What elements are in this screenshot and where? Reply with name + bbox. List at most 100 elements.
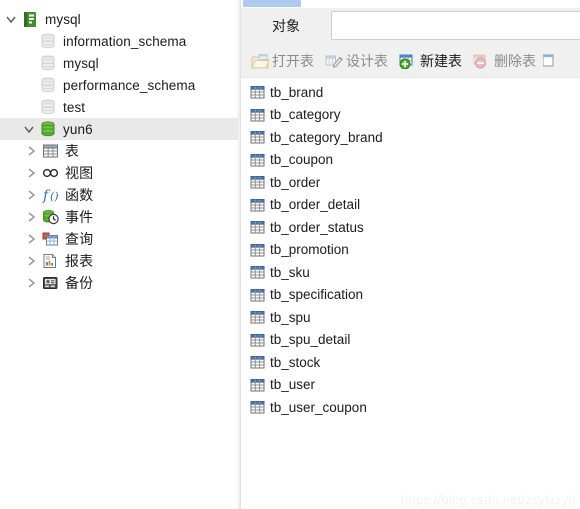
event-icon	[40, 208, 60, 226]
table-list-item[interactable]: tb_order	[241, 171, 580, 194]
chevron-right-icon[interactable]	[22, 145, 40, 157]
tree-item-label: 事件	[65, 209, 94, 225]
server-icon	[20, 10, 40, 28]
table-list-item[interactable]: tb_coupon	[241, 149, 580, 172]
tree-item-mysql[interactable]: mysql	[0, 8, 238, 30]
chevron-right-icon[interactable]	[22, 189, 40, 201]
table-grid-icon	[249, 197, 265, 212]
table-list-item-label: tb_sku	[270, 264, 310, 280]
watermark-text: https://blog.csdn.net/zcylxzyh	[400, 492, 576, 507]
tree-item-事件[interactable]: 事件	[0, 206, 238, 228]
table-grid-icon	[249, 242, 265, 257]
table-list-item-label: tb_category_brand	[270, 129, 383, 145]
tab-objects-label: 对象	[272, 18, 300, 34]
table-list-item[interactable]: tb_brand	[241, 81, 580, 104]
chevron-down-icon[interactable]	[20, 123, 38, 135]
navicat-window: mysql information_schema mysql performance_…	[0, 0, 580, 509]
table-list-item[interactable]: tb_category	[241, 104, 580, 127]
database-icon	[38, 98, 58, 116]
view-icon	[40, 164, 60, 182]
tree-item-label: information_schema	[63, 33, 187, 49]
table-list-item[interactable]: tb_order_status	[241, 216, 580, 239]
toolbar-button-open-table[interactable]: 打开表	[247, 48, 317, 74]
query-icon	[40, 230, 60, 248]
table-list-item[interactable]: tb_user_coupon	[241, 396, 580, 419]
table-list-item[interactable]: tb_category_brand	[241, 126, 580, 149]
tree-item-视图[interactable]: 视图	[0, 162, 238, 184]
tree-item-information_schema[interactable]: information_schema	[0, 30, 238, 52]
tree-item-备份[interactable]: 备份	[0, 272, 238, 294]
new-table-icon	[398, 52, 417, 69]
chevron-right-icon[interactable]	[22, 277, 40, 289]
table-icon	[40, 142, 60, 160]
database-icon	[38, 76, 58, 94]
chevron-right-icon[interactable]	[22, 167, 40, 179]
tree-item-label: 表	[65, 143, 80, 159]
toolbar-button-delete-table[interactable]: 删除表	[469, 48, 539, 74]
table-list-item[interactable]: tb_spu	[241, 306, 580, 329]
table-list-item-label: tb_specification	[270, 287, 364, 303]
table-list-item[interactable]: tb_promotion	[241, 239, 580, 262]
tree-item-label: 函数	[65, 187, 94, 203]
tree-item-label: 视图	[65, 165, 94, 181]
tree-item-函数[interactable]: f() 函数	[0, 184, 238, 206]
tree-item-label: 报表	[65, 253, 94, 269]
table-list[interactable]: tb_brand tb_category tb_category_brand tb_c…	[241, 78, 580, 509]
table-list-item[interactable]: tb_specification	[241, 284, 580, 307]
table-list-item-label: tb_spu_detail	[270, 332, 351, 348]
tree-item-performance_schema[interactable]: performance_schema	[0, 74, 238, 96]
table-grid-icon	[249, 85, 265, 100]
table-grid-icon	[249, 130, 265, 145]
tab-active-indicator	[243, 0, 301, 7]
tab-bar[interactable]: 对象	[241, 8, 580, 44]
tree-item-label: test	[63, 99, 86, 115]
table-grid-icon	[249, 265, 265, 280]
toolbar-button-new-table[interactable]: 新建表	[395, 48, 465, 74]
database-open-icon	[38, 120, 58, 138]
tree-item-label: yun6	[63, 121, 93, 137]
tab-active-indicator-strip	[241, 0, 580, 8]
tree-item-yun6[interactable]: yun6	[0, 118, 238, 140]
tree-item-label: 查询	[65, 231, 94, 247]
table-grid-icon	[249, 377, 265, 392]
table-list-item[interactable]: tb_sku	[241, 261, 580, 284]
table-list-item[interactable]: tb_order_detail	[241, 194, 580, 217]
tree-item-查询[interactable]: 查询	[0, 228, 238, 250]
tab-empty-area[interactable]	[331, 11, 580, 40]
chevron-right-icon[interactable]	[22, 233, 40, 245]
table-list-item-label: tb_stock	[270, 354, 321, 370]
table-list-item-label: tb_brand	[270, 84, 324, 100]
database-icon	[38, 32, 58, 50]
object-toolbar[interactable]: 打开表 设计表 新建表 删除表	[241, 44, 580, 78]
table-list-item-label: tb_spu	[270, 309, 311, 325]
toolbar-button-design-table[interactable]: 设计表	[321, 48, 391, 74]
table-list-item[interactable]: tb_stock	[241, 351, 580, 374]
table-list-item[interactable]: tb_user	[241, 374, 580, 397]
chevron-right-icon[interactable]	[22, 211, 40, 223]
tree-item-报表[interactable]: 报表	[0, 250, 238, 272]
table-grid-icon	[249, 175, 265, 190]
table-list-item-label: tb_order_status	[270, 219, 364, 235]
database-icon	[38, 54, 58, 72]
table-list-item-label: tb_user	[270, 377, 316, 393]
tree-item-label: mysql	[45, 11, 81, 27]
open-table-icon	[250, 52, 269, 69]
table-list-item-label: tb_order_detail	[270, 197, 361, 213]
design-table-icon	[324, 52, 343, 69]
table-grid-icon	[249, 332, 265, 347]
table-list-item-label: tb_user_coupon	[270, 399, 367, 415]
table-grid-icon	[249, 310, 265, 325]
table-list-item[interactable]: tb_spu_detail	[241, 329, 580, 352]
function-icon: f()	[40, 186, 60, 204]
chevron-right-icon[interactable]	[22, 255, 40, 267]
toolbar-button-overflow-clipped[interactable]	[543, 48, 555, 74]
toolbar-button-label: 打开表	[272, 52, 314, 69]
tree-item-表[interactable]: 表	[0, 140, 238, 162]
tree-item-mysql[interactable]: mysql	[0, 52, 238, 74]
table-grid-icon	[249, 152, 265, 167]
svg-text:(): ()	[50, 190, 59, 203]
connection-tree-panel[interactable]: mysql information_schema mysql performance_…	[0, 0, 238, 509]
tab-objects[interactable]: 对象	[241, 8, 331, 44]
tree-item-test[interactable]: test	[0, 96, 238, 118]
chevron-down-icon[interactable]	[2, 13, 20, 25]
